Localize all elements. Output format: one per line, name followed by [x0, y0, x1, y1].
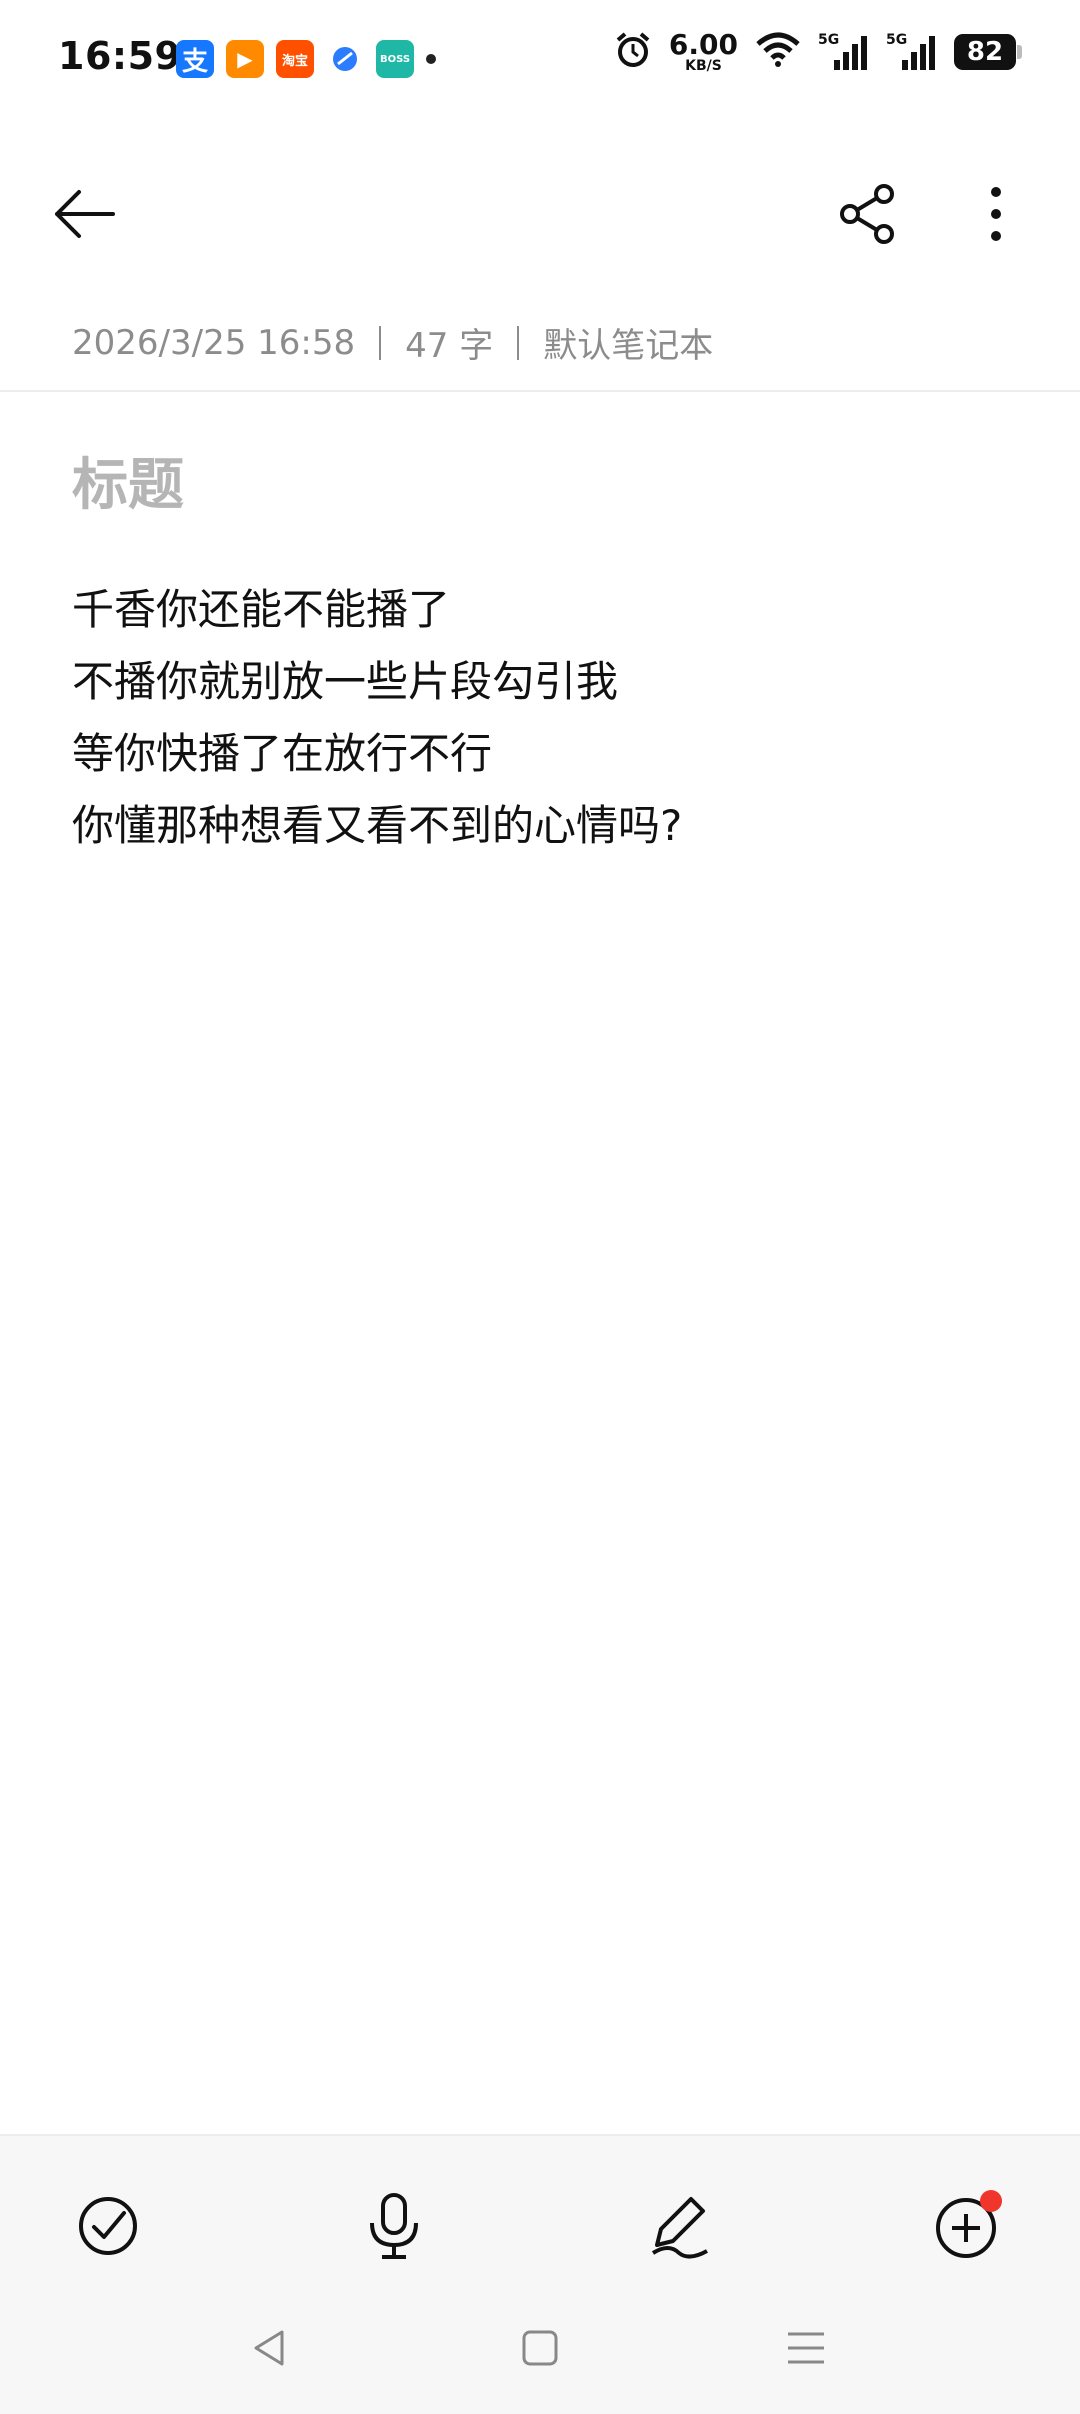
- back-button[interactable]: [36, 166, 132, 262]
- more-notifications-dot: [426, 54, 436, 64]
- wifi-icon: [754, 30, 802, 74]
- share-button[interactable]: [820, 166, 916, 262]
- note-word-count: 47 字: [405, 326, 494, 366]
- battery-indicator: 82: [954, 34, 1022, 70]
- signal-icon-1: 5G: [818, 32, 870, 72]
- handwriting-button[interactable]: [630, 2176, 730, 2276]
- alipay-icon: 支: [176, 40, 214, 78]
- square-home-icon: [522, 2330, 558, 2366]
- pen-icon: [651, 2197, 708, 2259]
- voice-input-button[interactable]: [344, 2176, 444, 2276]
- more-options-button[interactable]: [948, 166, 1044, 262]
- note-line: 不播你就别放一些片段勾引我: [72, 657, 619, 706]
- note-line: 千香你还能不能播了: [72, 585, 451, 634]
- system-recents-button[interactable]: [766, 2308, 846, 2388]
- share-icon: [840, 184, 894, 244]
- note-body-editor[interactable]: 千香你还能不能播了 不播你就别放一些片段勾引我 等你快播了在放行不行 你懂那种想…: [72, 574, 682, 862]
- note-line: 你懂那种想看又看不到的心情吗?: [72, 801, 683, 850]
- note-datetime: 2026/3/25 16:58: [72, 322, 356, 363]
- note-toolbar: [0, 160, 1080, 270]
- add-item-button[interactable]: [916, 2176, 1016, 2276]
- alarm-icon: [613, 30, 653, 74]
- status-bar: 16:59 支 ▶ 淘宝 BOSS 6.00 KB/S 5G 5G 82: [0, 0, 1080, 120]
- note-notebook-name[interactable]: 默认笔记本: [543, 318, 713, 367]
- browser-app-icon: [326, 40, 364, 78]
- checklist-button[interactable]: [58, 2176, 158, 2276]
- microphone-icon: [370, 2193, 418, 2259]
- status-time: 16:59: [58, 34, 182, 78]
- video-app-icon: ▶: [226, 40, 264, 78]
- note-title-field[interactable]: 标题: [72, 440, 184, 521]
- system-back-button[interactable]: [230, 2308, 310, 2388]
- signal-icon-2: 5G: [886, 32, 938, 72]
- header-divider: [0, 390, 1080, 392]
- note-line: 等你快播了在放行不行: [72, 729, 493, 778]
- triangle-back-icon: [254, 2330, 284, 2366]
- network-speed: 6.00 KB/S: [668, 28, 738, 74]
- bottom-toolbar: [0, 2134, 1080, 2414]
- taobao-icon: 淘宝: [276, 40, 314, 78]
- checklist-icon: [79, 2197, 137, 2255]
- status-indicators: 6.00 KB/S 5G 5G 82: [613, 28, 1022, 74]
- meta-separator: [517, 325, 520, 360]
- menu-recents-icon: [788, 2332, 824, 2364]
- system-home-button[interactable]: [500, 2308, 580, 2388]
- note-meta: 2026/3/25 16:58 47 字 默认笔记本: [72, 318, 713, 367]
- meta-separator: [379, 325, 382, 360]
- back-arrow-icon: [55, 190, 115, 238]
- notification-badge: [980, 2190, 1002, 2212]
- more-vertical-icon: [991, 187, 1001, 241]
- notification-icons: 支 ▶ 淘宝 BOSS: [176, 40, 436, 78]
- boss-zhipin-icon: BOSS: [376, 40, 414, 78]
